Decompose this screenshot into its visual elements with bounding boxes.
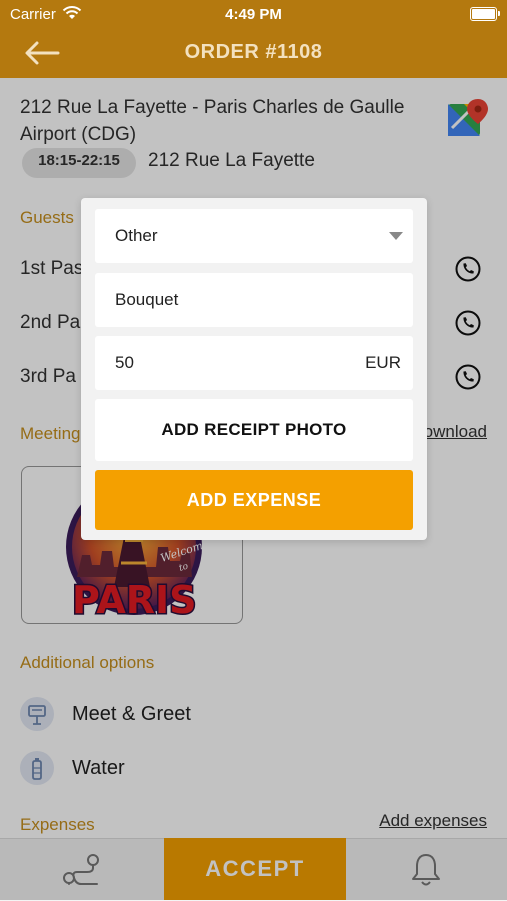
description-input[interactable]: Bouquet: [95, 273, 413, 327]
category-value: Other: [115, 226, 158, 245]
description-value: Bouquet: [115, 290, 179, 309]
navigation-bar: ORDER #1108: [0, 28, 507, 78]
currency-label: EUR: [365, 353, 401, 372]
status-bar: Carrier 4:49 PM: [0, 0, 507, 28]
category-select[interactable]: Other: [95, 209, 413, 263]
page-title: ORDER #1108: [184, 41, 323, 63]
add-expense-button[interactable]: ADD EXPENSE: [95, 470, 413, 530]
add-expense-dialog: Other Bouquet 50 EUR ADD RECEIPT PHOTO A…: [81, 198, 427, 540]
battery-icon: [470, 7, 500, 21]
amount-value: 50: [115, 353, 134, 372]
chevron-down-icon: [389, 232, 403, 240]
clock: 4:49 PM: [225, 6, 282, 23]
add-receipt-photo-button[interactable]: ADD RECEIPT PHOTO: [95, 399, 413, 461]
amount-input[interactable]: 50 EUR: [95, 336, 413, 390]
